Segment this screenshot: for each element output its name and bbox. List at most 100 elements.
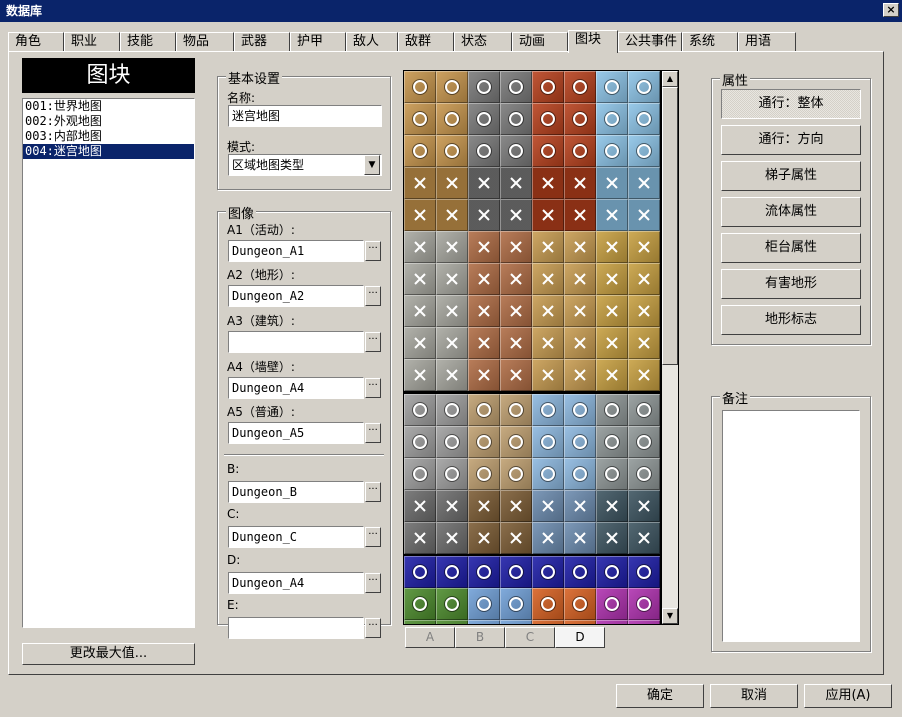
tile[interactable] <box>404 327 436 359</box>
tile[interactable] <box>404 359 436 391</box>
tile[interactable] <box>564 522 596 554</box>
change-max-button[interactable]: 更改最大值... <box>22 643 195 665</box>
tile[interactable] <box>564 199 596 231</box>
tile[interactable] <box>532 522 564 554</box>
tile[interactable] <box>596 135 628 167</box>
tile[interactable] <box>404 522 436 554</box>
tile[interactable] <box>564 231 596 263</box>
tile[interactable] <box>596 490 628 522</box>
tile[interactable] <box>404 458 436 490</box>
tile[interactable] <box>628 199 660 231</box>
arrow-up-icon[interactable]: ▲ <box>662 71 678 87</box>
tile[interactable] <box>596 359 628 391</box>
chevron-down-icon[interactable]: ▼ <box>364 155 380 175</box>
tile[interactable] <box>404 167 436 199</box>
tab-9[interactable]: 动画 <box>512 32 568 52</box>
tile[interactable] <box>468 394 500 426</box>
browse-button[interactable]: ··· <box>365 241 381 261</box>
tile[interactable] <box>564 295 596 327</box>
tile[interactable] <box>500 327 532 359</box>
tile[interactable] <box>436 522 468 554</box>
mode-select[interactable]: 区域地图类型 <box>228 154 382 176</box>
tile[interactable] <box>532 199 564 231</box>
tile[interactable] <box>596 199 628 231</box>
tile[interactable] <box>596 588 628 620</box>
notes-textarea[interactable] <box>722 410 860 642</box>
tile[interactable] <box>628 231 660 263</box>
tile[interactable] <box>532 327 564 359</box>
image-slot-field[interactable]: Dungeon_C <box>228 526 364 548</box>
tile[interactable] <box>404 71 436 103</box>
tab-7[interactable]: 敌群 <box>398 32 454 52</box>
tile[interactable] <box>564 71 596 103</box>
tile[interactable] <box>596 426 628 458</box>
image-slot-field[interactable]: Dungeon_B <box>228 481 364 503</box>
tile[interactable] <box>404 103 436 135</box>
tile[interactable] <box>628 620 660 624</box>
cancel-button[interactable]: 取消 <box>710 684 798 708</box>
image-slot-field[interactable]: Dungeon_A1 <box>228 240 364 262</box>
tile[interactable] <box>532 556 564 588</box>
name-field[interactable]: 迷宫地图 <box>228 105 382 127</box>
tile[interactable] <box>436 426 468 458</box>
browse-button[interactable]: ··· <box>365 573 381 593</box>
tile[interactable] <box>468 231 500 263</box>
tab-1[interactable]: 职业 <box>64 32 120 52</box>
tile[interactable] <box>468 71 500 103</box>
tile[interactable] <box>564 490 596 522</box>
tab-10[interactable]: 图块 <box>568 30 618 53</box>
tile[interactable] <box>596 231 628 263</box>
tile[interactable] <box>628 556 660 588</box>
tab-11[interactable]: 公共事件 <box>618 32 682 52</box>
tile[interactable] <box>500 588 532 620</box>
tile[interactable] <box>468 199 500 231</box>
tile-grid[interactable] <box>404 71 660 624</box>
tile[interactable] <box>596 71 628 103</box>
browse-button[interactable]: ··· <box>365 482 381 502</box>
tile[interactable] <box>500 620 532 624</box>
tileset-tab-0[interactable]: A <box>405 627 455 648</box>
tab-5[interactable]: 护甲 <box>290 32 346 52</box>
tile[interactable] <box>436 295 468 327</box>
tile[interactable] <box>500 263 532 295</box>
tileset-tab-2[interactable]: C <box>505 627 555 648</box>
tile[interactable] <box>532 359 564 391</box>
tile[interactable] <box>564 426 596 458</box>
tile[interactable] <box>596 620 628 624</box>
tile[interactable] <box>404 135 436 167</box>
property-button[interactable]: 梯子属性 <box>721 161 861 191</box>
tile[interactable] <box>404 263 436 295</box>
tile[interactable] <box>468 295 500 327</box>
tile[interactable] <box>596 522 628 554</box>
tile[interactable] <box>500 556 532 588</box>
browse-button[interactable]: ··· <box>365 332 381 352</box>
tile[interactable] <box>532 490 564 522</box>
tile[interactable] <box>468 327 500 359</box>
tile[interactable] <box>404 295 436 327</box>
tab-0[interactable]: 角色 <box>8 32 64 52</box>
tile[interactable] <box>532 135 564 167</box>
tile[interactable] <box>468 167 500 199</box>
tile[interactable] <box>468 556 500 588</box>
tile[interactable] <box>468 490 500 522</box>
image-slot-field[interactable]: Dungeon_A2 <box>228 285 364 307</box>
tile[interactable] <box>468 426 500 458</box>
list-item[interactable]: 003:内部地图 <box>23 129 194 144</box>
tile[interactable] <box>500 359 532 391</box>
tile[interactable] <box>564 263 596 295</box>
tab-12[interactable]: 系统 <box>682 32 738 52</box>
tile[interactable] <box>532 167 564 199</box>
tile[interactable] <box>500 199 532 231</box>
tab-3[interactable]: 物品 <box>176 32 234 52</box>
tile[interactable] <box>436 458 468 490</box>
tile[interactable] <box>436 620 468 624</box>
tile[interactable] <box>628 522 660 554</box>
browse-button[interactable]: ··· <box>365 423 381 443</box>
tile[interactable] <box>468 522 500 554</box>
tile[interactable] <box>468 135 500 167</box>
tile[interactable] <box>596 263 628 295</box>
tile[interactable] <box>404 588 436 620</box>
tile[interactable] <box>564 103 596 135</box>
property-button[interactable]: 通行：整体 <box>721 89 861 119</box>
tile[interactable] <box>628 394 660 426</box>
